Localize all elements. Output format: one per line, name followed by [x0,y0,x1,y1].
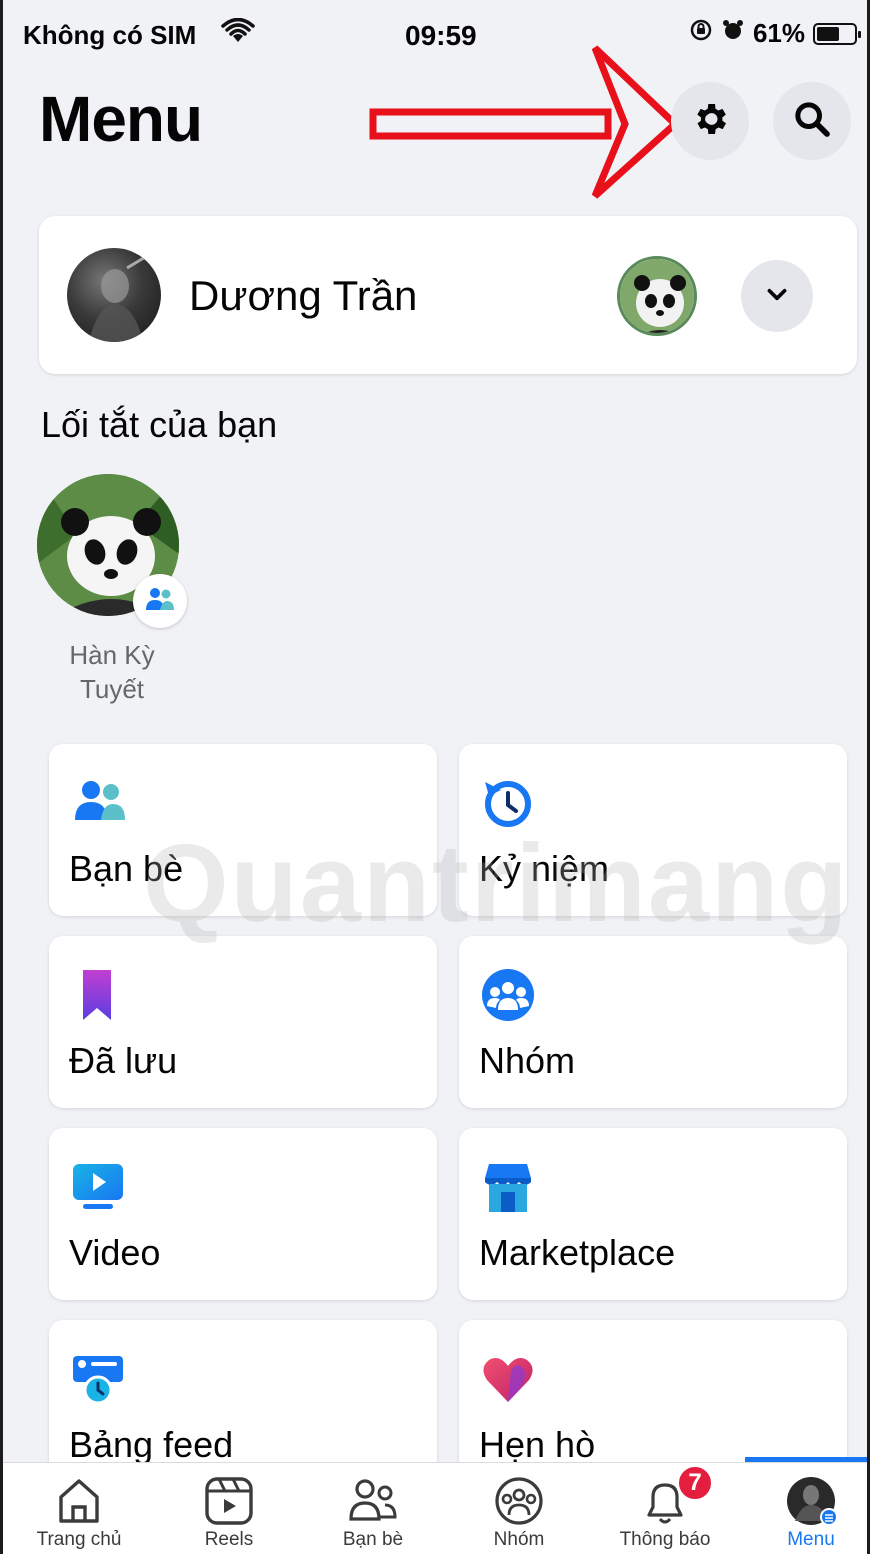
feeds-icon [69,1350,127,1408]
tile-label: Marketplace [479,1232,676,1273]
memories-icon [479,774,537,832]
notification-count-badge: 7 [677,1465,713,1501]
home-icon [51,1475,107,1527]
avatar[interactable] [67,248,161,342]
search-icon [792,99,832,144]
friends-icon [69,774,127,832]
settings-button[interactable] [671,82,749,160]
carrier-label: Không có SIM [23,20,197,50]
tile-label: Kỷ niệm [479,848,610,889]
group-badge [133,574,187,628]
battery-percent: 61% [752,18,805,48]
gear-icon [690,99,730,144]
reels-icon [201,1475,257,1527]
tile-label: Đã lưu [69,1040,178,1081]
profile-card[interactable]: Dương Trần [39,216,857,374]
tile-marketplace[interactable]: Marketplace [459,1128,847,1300]
tile-label: Bảng feed [69,1424,234,1465]
status-right: 61% [689,18,861,49]
groups-nav-icon [491,1475,547,1527]
video-icon [69,1158,127,1216]
app-screen: Không có SIM 09:59 61% Menu Dương Trần L… [0,0,870,1554]
nav-label: Trang chủ [36,1529,122,1550]
nav-notifications[interactable]: 7 Thông báo [593,1463,737,1554]
nav-menu[interactable]: Menu [739,1463,867,1554]
menu-avatar-icon [783,1475,839,1527]
nav-friends[interactable]: Bạn bè [301,1463,445,1554]
nav-label: Bạn bè [342,1529,404,1550]
shortcuts-title: Lối tắt của bạn [41,404,278,445]
tile-label: Bạn bè [69,848,184,889]
search-button[interactable] [773,82,851,160]
shortcut-item[interactable]: Hàn Kỳ Tuyết [37,474,187,704]
groups-icon [479,966,537,1024]
tile-memories[interactable]: Kỷ niệm [459,744,847,916]
bottom-nav: Trang chủ Reels Bạn bè Nhóm 7 Thông báo … [3,1462,867,1554]
nav-label: Reels [204,1529,254,1550]
panda-avatar-icon[interactable] [617,256,697,336]
alarm-icon [721,18,745,49]
tile-video[interactable]: Video [49,1128,437,1300]
nav-groups[interactable]: Nhóm [447,1463,591,1554]
tile-label: Video [69,1232,161,1273]
wifi-icon [221,17,255,51]
nav-home[interactable]: Trang chủ [7,1463,151,1554]
profile-name[interactable]: Dương Trần [189,272,417,320]
tile-label: Hẹn hò [479,1424,596,1465]
nav-label: Thông báo [619,1529,711,1550]
battery-fill [817,26,839,41]
orientation-lock-icon [689,18,713,49]
tile-groups[interactable]: Nhóm [459,936,847,1108]
account-switch-button[interactable] [741,260,813,332]
marketplace-icon [479,1158,537,1216]
dating-icon [479,1350,537,1408]
nav-label: Menu [787,1529,835,1550]
group-icon [144,586,176,617]
chevron-down-icon [764,281,790,312]
nav-label: Nhóm [493,1529,545,1550]
tile-saved[interactable]: Đã lưu [49,936,437,1108]
tile-friends[interactable]: Bạn bè [49,744,437,916]
shortcut-label[interactable]: Hàn Kỳ Tuyết [37,638,187,706]
tile-label: Nhóm [479,1040,576,1081]
battery-icon [813,22,861,45]
nav-reels[interactable]: Reels [157,1463,301,1554]
saved-icon [69,966,127,1024]
page-title: Menu [39,83,203,155]
friends-nav-icon [345,1475,401,1527]
annotation-arrow-icon [369,45,681,199]
